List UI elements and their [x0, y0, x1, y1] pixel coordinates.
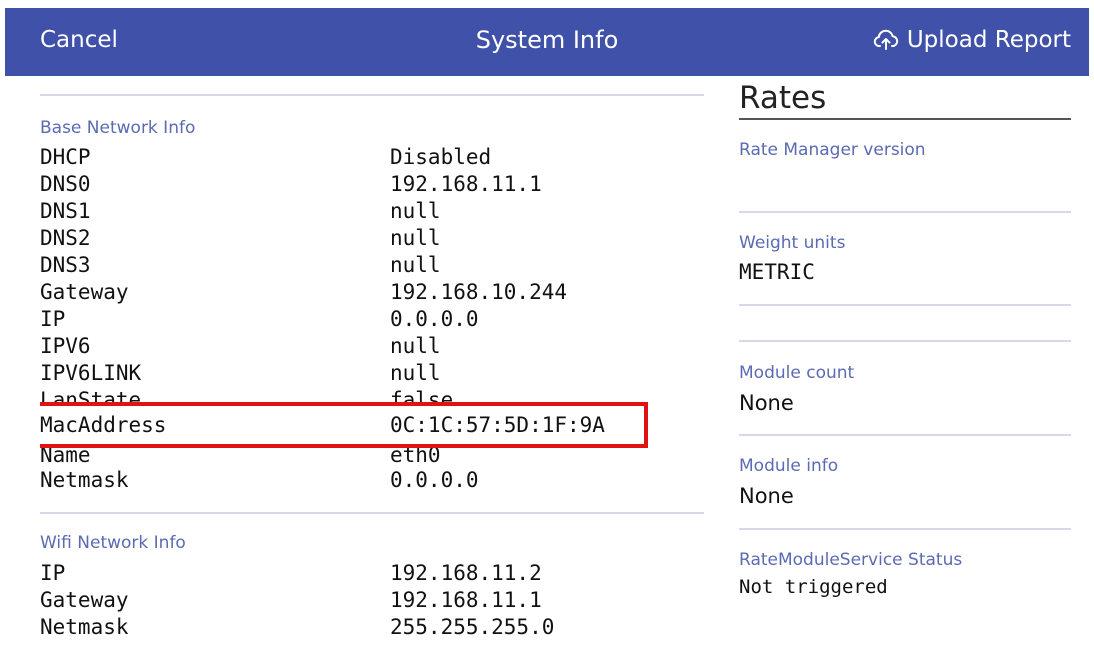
- table-row: Netmask 255.255.255.0: [40, 614, 704, 641]
- row-value: 192.168.11.1: [390, 588, 542, 612]
- row-key: IPV6: [40, 334, 91, 358]
- table-row: DHCP Disabled: [40, 144, 704, 171]
- row-key: IP: [40, 307, 66, 331]
- row-value: 0C:1C:57:5D:1F:9A: [390, 413, 605, 437]
- rate-module-service-status-label: RateModuleService Status: [739, 550, 963, 570]
- table-row: IP 192.168.11.2: [40, 560, 704, 587]
- module-count-label: Module count: [739, 363, 855, 383]
- row-value: 192.168.10.244: [390, 280, 568, 304]
- row-key: DHCP: [40, 145, 91, 169]
- table-row: IP 0.0.0.0: [40, 306, 704, 333]
- row-key: Netmask: [40, 615, 129, 639]
- divider: [739, 340, 1071, 342]
- row-value: 0.0.0.0: [390, 307, 479, 331]
- network-info-panel: Base Network Info DHCP Disabled DNS0 192…: [40, 76, 704, 648]
- rates-panel: Rates Rate Manager version Weight units …: [739, 76, 1071, 648]
- row-value: null: [390, 199, 441, 223]
- row-key: DNS3: [40, 253, 91, 277]
- upload-report-button[interactable]: Upload Report: [873, 27, 1071, 53]
- table-row: DNS0 192.168.11.1: [40, 171, 704, 198]
- row-value: Disabled: [390, 145, 492, 169]
- row-key: DNS0: [40, 172, 91, 196]
- divider: [739, 528, 1071, 530]
- row-key: Gateway: [40, 588, 129, 612]
- row-value: null: [390, 226, 441, 250]
- row-key: IPV6LINK: [40, 361, 142, 385]
- upload-report-label: Upload Report: [906, 27, 1071, 53]
- divider: [40, 94, 704, 96]
- table-row: IPV6 null: [40, 333, 704, 360]
- rate-manager-version-label: Rate Manager version: [739, 140, 926, 160]
- row-value: 192.168.11.1: [390, 172, 542, 196]
- row-value: null: [390, 253, 441, 277]
- cloud-upload-icon: [873, 29, 898, 50]
- table-row: DNS2 null: [40, 225, 704, 252]
- table-row: Gateway 192.168.11.1: [40, 587, 704, 614]
- row-key: Gateway: [40, 280, 129, 304]
- base-network-label: Base Network Info: [40, 118, 196, 138]
- top-app-bar: Cancel System Info Upload Report: [5, 8, 1089, 76]
- row-key: IP: [40, 561, 66, 585]
- weight-units-value: METRIC: [739, 260, 815, 284]
- row-value: 192.168.11.2: [390, 561, 542, 585]
- row-key: Netmask: [40, 468, 129, 492]
- module-info-value: None: [739, 484, 794, 508]
- row-value: null: [390, 361, 441, 385]
- row-key: MacAddress: [40, 413, 167, 437]
- module-count-value: None: [739, 391, 794, 415]
- module-info-label: Module info: [739, 456, 839, 476]
- table-row: Gateway 192.168.10.244: [40, 279, 704, 306]
- divider: [739, 434, 1071, 436]
- row-value: null: [390, 334, 441, 358]
- mac-address-row: MacAddress 0C:1C:57:5D:1F:9A: [40, 412, 704, 439]
- row-value: 0.0.0.0: [390, 468, 479, 492]
- row-key: DNS2: [40, 226, 91, 250]
- divider: [40, 512, 704, 514]
- rates-title-underline: [739, 118, 1071, 120]
- wifi-network-label: Wifi Network Info: [40, 533, 186, 553]
- rates-title: Rates: [739, 80, 827, 116]
- row-value: 255.255.255.0: [390, 615, 555, 639]
- table-row: IPV6LINK null: [40, 360, 704, 387]
- rate-module-service-status-value: Not triggered: [739, 576, 888, 598]
- row-key: DNS1: [40, 199, 91, 223]
- table-row: Netmask 0.0.0.0: [40, 467, 704, 494]
- table-row: DNS3 null: [40, 252, 704, 279]
- weight-units-label: Weight units: [739, 233, 846, 253]
- divider: [739, 211, 1071, 213]
- table-row: DNS1 null: [40, 198, 704, 225]
- divider: [739, 304, 1071, 306]
